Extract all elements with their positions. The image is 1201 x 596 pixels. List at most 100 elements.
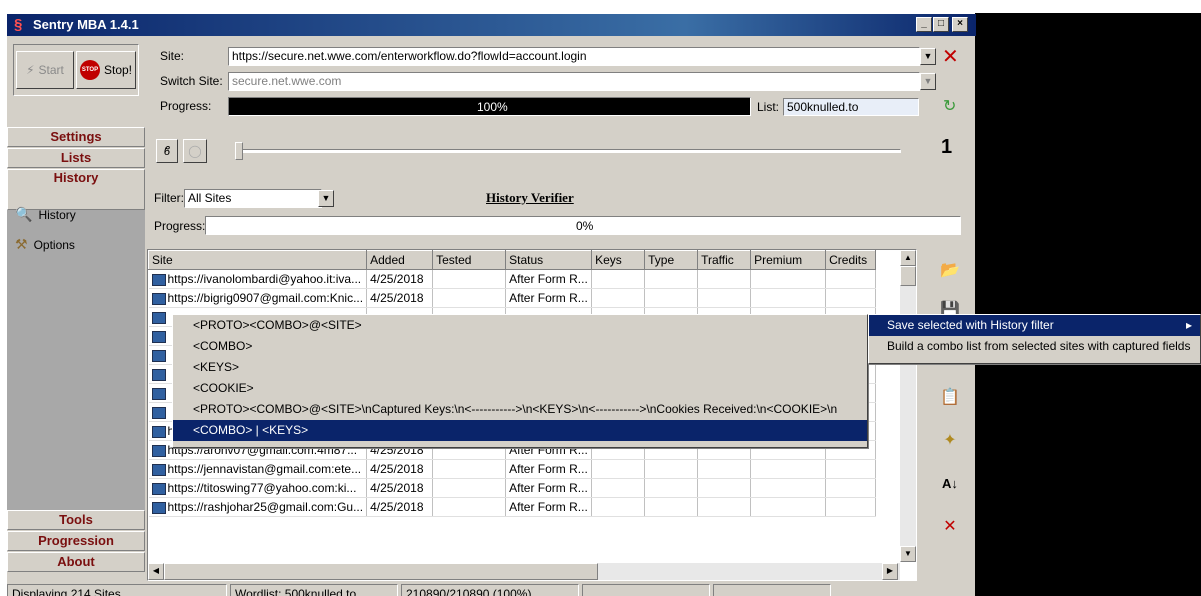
list-input[interactable]: 500knulled.to bbox=[783, 98, 919, 116]
switch-site-input[interactable]: secure.net.wwe.com bbox=[228, 72, 920, 91]
column-header[interactable]: Status bbox=[505, 250, 593, 270]
start-stop-panel: ⚡ Start STOP Stop! bbox=[13, 44, 139, 96]
stop-button[interactable]: STOP Stop! bbox=[76, 51, 136, 89]
column-header[interactable]: Type bbox=[644, 250, 699, 270]
stop-label: Stop! bbox=[103, 63, 133, 77]
nav-sub-options[interactable]: ⚒ Options bbox=[15, 236, 75, 253]
delete-icon[interactable]: ✕ bbox=[938, 514, 962, 538]
scroll-down-button[interactable]: ▼ bbox=[900, 546, 916, 562]
menu-item-build-combo[interactable]: Build a combo list from selected sites w… bbox=[869, 336, 1200, 357]
app-window: § Sentry MBA 1.4.1 _ □ × ⚡ Start STOP St… bbox=[6, 13, 976, 596]
nav-lists[interactable]: Lists bbox=[7, 148, 145, 168]
table-cell bbox=[591, 288, 646, 308]
nav-progression[interactable]: Progression bbox=[7, 531, 145, 551]
format-menu-item[interactable]: <PROTO><COMBO>@<SITE> bbox=[173, 315, 867, 336]
scroll-up-button[interactable]: ▲ bbox=[900, 250, 916, 266]
format-menu-item[interactable]: <COMBO> bbox=[173, 336, 867, 357]
column-header[interactable]: Premium bbox=[750, 250, 827, 270]
minimize-button[interactable]: _ bbox=[916, 17, 932, 32]
table-cell bbox=[591, 459, 646, 479]
nav-history[interactable]: History bbox=[7, 169, 145, 210]
circle-button[interactable]: ◯ bbox=[183, 139, 207, 163]
filter-dropdown-button[interactable]: ▼ bbox=[318, 190, 334, 207]
column-header[interactable]: Tested bbox=[432, 250, 507, 270]
computer-icon bbox=[151, 292, 166, 305]
table-cell: 4/25/2018 bbox=[366, 497, 434, 517]
slider-track[interactable] bbox=[235, 149, 901, 153]
main-progress-text: 100% bbox=[477, 100, 508, 114]
hscroll-thumb[interactable] bbox=[164, 563, 598, 580]
computer-icon bbox=[151, 406, 166, 419]
magic-wand-icon[interactable]: ✦ bbox=[938, 428, 962, 452]
table-cell bbox=[432, 288, 507, 308]
switch-site-dropdown-button[interactable]: ▼ bbox=[920, 73, 936, 90]
table-cell bbox=[825, 459, 877, 479]
table-cell: 4/25/2018 bbox=[366, 288, 434, 308]
nav-about[interactable]: About bbox=[7, 552, 145, 572]
table-cell bbox=[697, 288, 752, 308]
table-cell bbox=[697, 497, 752, 517]
site-cell-text: https://jennavistan@gmail.com:ete... bbox=[167, 462, 362, 476]
site-dropdown-button[interactable]: ▼ bbox=[920, 48, 936, 65]
progress-label: Progress: bbox=[160, 99, 212, 113]
paste-icon[interactable]: 📋 bbox=[938, 385, 962, 409]
menu-item-build-combo-label: Build a combo list from selected sites w… bbox=[887, 339, 1191, 353]
clear-site-icon[interactable]: ✕ bbox=[942, 44, 959, 69]
column-header[interactable]: Traffic bbox=[697, 250, 752, 270]
column-header[interactable]: Credits bbox=[825, 250, 877, 270]
table-cell: https://jennavistan@gmail.com:ete... bbox=[148, 459, 368, 479]
computer-icon bbox=[151, 482, 166, 495]
format-menu-item[interactable]: <COOKIE> bbox=[173, 378, 867, 399]
scroll-right-button[interactable]: ▶ bbox=[882, 563, 898, 580]
start-label: Start bbox=[38, 63, 64, 77]
filter-select[interactable]: All Sites bbox=[184, 189, 322, 208]
site-cell-text: https://bigrig0907@gmail.com:Knic... bbox=[167, 291, 364, 305]
filter-label: Filter: bbox=[154, 191, 184, 205]
site-input[interactable]: https://secure.net.wwe.com/enterworkflow… bbox=[228, 47, 920, 66]
table-row[interactable]: https://jennavistan@gmail.com:ete... 4/25… bbox=[148, 459, 877, 479]
format-menu-item[interactable]: <COMBO> | <KEYS> bbox=[173, 420, 867, 441]
column-header[interactable]: Keys bbox=[591, 250, 646, 270]
slider-value: 1 bbox=[941, 136, 953, 158]
table-cell bbox=[750, 288, 827, 308]
scroll-left-button[interactable]: ◀ bbox=[148, 563, 164, 580]
format-menu-item[interactable]: <PROTO><COMBO>@<SITE>\nCaptured Keys:\n<… bbox=[173, 399, 867, 420]
column-header[interactable]: Site bbox=[148, 250, 368, 270]
open-folder-icon[interactable]: 📂 bbox=[938, 258, 962, 282]
nav-sub-history-label: History bbox=[38, 207, 76, 222]
title-bar[interactable]: § Sentry MBA 1.4.1 _ □ × bbox=[7, 14, 976, 36]
vertical-scrollbar[interactable]: ▲ ▼ bbox=[900, 250, 916, 562]
maximize-button[interactable]: □ bbox=[933, 17, 949, 32]
menu-item-save-selected[interactable]: Save selected with History filter ▸ bbox=[869, 315, 1200, 336]
table-cell bbox=[432, 478, 507, 498]
context-menu: Save selected with History filter ▸ Buil… bbox=[868, 314, 1201, 364]
nav-tools[interactable]: Tools bbox=[7, 510, 145, 530]
computer-icon bbox=[151, 330, 166, 343]
table-row[interactable]: https://ivanolombardi@yahoo.it:iva... 4/2… bbox=[148, 269, 877, 289]
table-cell: https://titoswing77@yahoo.com:ki... bbox=[148, 478, 368, 498]
site-label: Site: bbox=[160, 49, 185, 63]
format-menu-item[interactable]: <KEYS> bbox=[173, 357, 867, 378]
computer-icon bbox=[151, 349, 166, 362]
refresh-icon[interactable]: ↻ bbox=[943, 96, 956, 116]
table-cell bbox=[591, 497, 646, 517]
table-row[interactable]: https://rashjohar25@gmail.com:Gu... 4/25/… bbox=[148, 497, 877, 517]
sort-az-icon[interactable]: A↓ bbox=[938, 471, 962, 495]
table-cell bbox=[644, 288, 699, 308]
scroll-thumb[interactable] bbox=[900, 266, 916, 286]
quick-action-button[interactable]: ϐ bbox=[156, 139, 178, 163]
desktop-background bbox=[975, 13, 1201, 596]
table-row[interactable]: https://bigrig0907@gmail.com:Knic... 4/25… bbox=[148, 288, 877, 308]
computer-icon bbox=[151, 387, 166, 400]
nav-sub-history[interactable]: 🔍 History bbox=[15, 206, 76, 223]
start-button[interactable]: ⚡ Start bbox=[16, 51, 74, 89]
slider-thumb[interactable] bbox=[235, 142, 243, 160]
table-row[interactable]: https://titoswing77@yahoo.com:ki... 4/25/… bbox=[148, 478, 877, 498]
column-header[interactable]: Added bbox=[366, 250, 434, 270]
close-window-button[interactable]: × bbox=[952, 17, 968, 32]
app-logo-icon: § bbox=[14, 16, 23, 33]
nav-sub-options-label: Options bbox=[33, 237, 75, 252]
nav-settings[interactable]: Settings bbox=[7, 127, 145, 147]
circle-icon: ◯ bbox=[188, 144, 202, 158]
horizontal-scrollbar[interactable]: ◀ ▶ bbox=[148, 563, 900, 580]
